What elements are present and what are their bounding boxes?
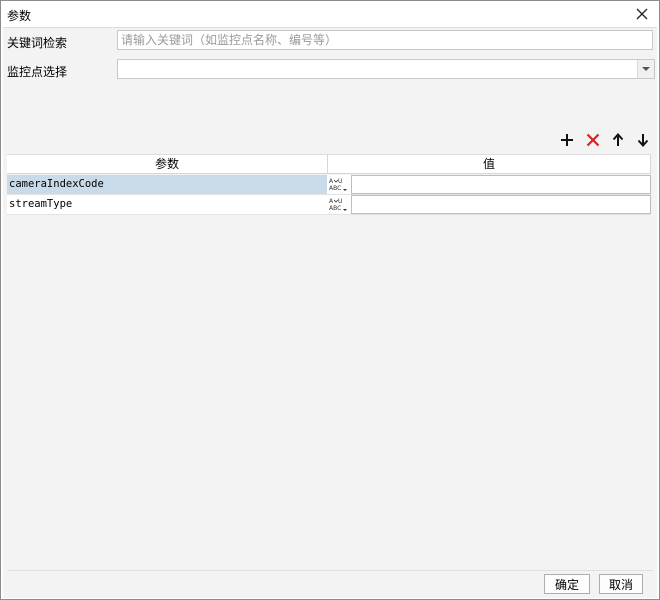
param-value-input[interactable] (351, 175, 651, 194)
svg-text:U: U (338, 198, 342, 205)
dialog-title: 参数 (7, 9, 32, 23)
camera-select-combobox[interactable] (117, 59, 655, 79)
abc-string-type-icon[interactable]: A U ABC (328, 196, 350, 213)
grid-header: 参数 值 (7, 155, 651, 174)
table-row[interactable]: cameraIndexCode A U ABC (7, 175, 651, 195)
title-bar: 参数 (1, 1, 659, 27)
keyword-search-input[interactable] (117, 30, 653, 50)
param-column-header[interactable]: 参数 (7, 155, 328, 173)
combobox-dropdown-button[interactable] (637, 60, 654, 78)
delete-x-icon (586, 133, 600, 147)
arrow-up-icon (612, 133, 624, 146)
table-row[interactable]: streamType A U ABC (7, 195, 651, 215)
move-up-button[interactable] (608, 130, 628, 150)
param-value-input[interactable] (351, 195, 651, 214)
arrow-down-icon (637, 134, 649, 147)
add-parameter-button[interactable] (557, 130, 577, 150)
svg-text:A: A (329, 178, 334, 185)
svg-text:ABC: ABC (329, 205, 341, 212)
dialog-content: 关键词检索 监控点选择 (3, 27, 657, 598)
close-icon (636, 8, 648, 20)
cancel-button[interactable]: 取消 (599, 574, 643, 594)
svg-text:ABC: ABC (329, 185, 341, 192)
close-button[interactable] (631, 3, 653, 25)
chevron-down-icon (642, 67, 650, 71)
param-name-cell[interactable]: cameraIndexCode (7, 175, 327, 194)
move-down-button[interactable] (633, 130, 653, 150)
value-column-header[interactable]: 值 (328, 155, 651, 173)
ok-button[interactable]: 确定 (544, 574, 590, 594)
abc-string-type-icon[interactable]: A U ABC (328, 176, 350, 193)
svg-text:A: A (329, 198, 334, 205)
camera-select-label: 监控点选择 (7, 65, 68, 79)
svg-text:U: U (338, 178, 342, 185)
keyword-label: 关键词检索 (7, 36, 68, 50)
parameter-dialog: 参数 关键词检索 监控点选择 (0, 0, 660, 600)
param-name-cell[interactable]: streamType (7, 195, 327, 214)
footer-divider (7, 570, 653, 571)
plus-icon (561, 134, 573, 146)
parameter-grid: 参数 值 cameraIndexCode A U ABC streamType … (7, 154, 651, 571)
delete-parameter-button[interactable] (583, 130, 603, 150)
